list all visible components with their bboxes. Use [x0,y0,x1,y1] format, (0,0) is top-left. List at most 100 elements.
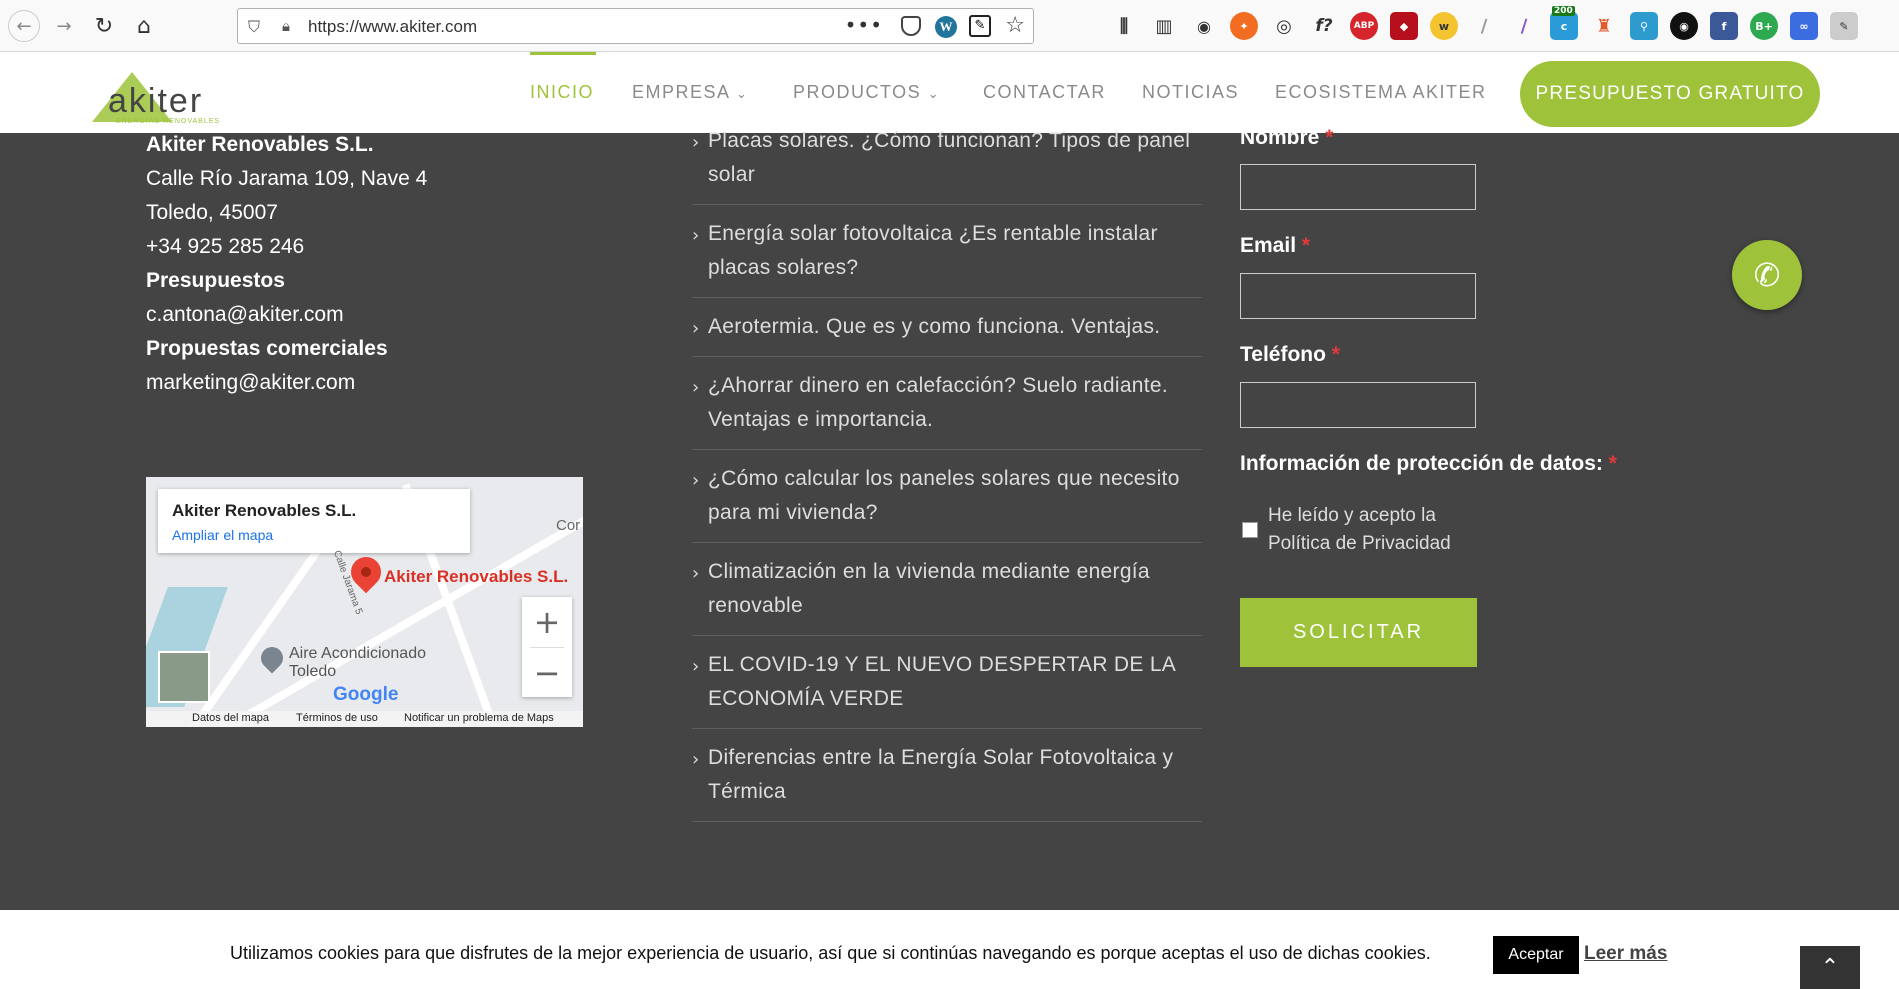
function-icon[interactable]: f? [1310,12,1338,40]
email-label-text: Email [1240,234,1297,257]
fire-icon[interactable]: ✦ [1230,12,1258,40]
site-logo[interactable]: akiter ENERGÍAS RENOVABLES [92,68,232,128]
address-line2: Toledo, 45007 [146,201,278,224]
home-icon[interactable]: ⌂ [128,10,160,42]
url-bar[interactable]: ⛉ 🔒︎ https://www.akiter.com ••• W ✎ ☆ [237,8,1034,44]
lifesaver-icon[interactable]: ♜ [1590,12,1618,40]
chevron-down-icon: ⌄ [927,87,941,102]
quotes-label: Presupuestos [146,269,285,292]
post-link[interactable]: › Climatización en la vivienda mediante e… [692,551,1202,636]
post-link[interactable]: › Aerotermia. Que es y como funciona. Ven… [692,306,1202,357]
poi-pin-icon[interactable] [256,642,288,674]
bookmark-star-icon[interactable]: ☆ [1005,13,1025,38]
shield-ext-icon[interactable]: ◆ [1390,12,1418,40]
privacy-checkbox-label[interactable]: He leído y acepto la Política de Privaci… [1268,502,1451,558]
post-link[interactable]: › Diferencias entre la Energía Solar Foto… [692,737,1202,822]
counter-ext-icon[interactable]: 200 c [1550,6,1578,40]
phone-field[interactable] [1240,382,1476,428]
post-title: ¿Cómo calcular los paneles solares que n… [708,467,1180,524]
scroll-to-top-button[interactable]: ⌃ [1800,946,1860,989]
submit-button[interactable]: SOLICITAR [1240,598,1477,667]
chevron-right-icon: › [692,470,700,491]
phone-call-button[interactable]: ✆ [1732,240,1802,310]
map-card-title: Akiter Renovables S.L. [172,501,357,520]
recent-posts: › Placas solares. ¿Cómo funcionan? Tipos … [692,120,1202,822]
forward-icon[interactable]: → [48,10,80,42]
poi-line1: Aire Acondicionado [289,645,426,662]
phone-icon: ✆ [1753,256,1781,294]
library-icon[interactable]: ⫼ [1110,12,1138,40]
bplus-ext-icon[interactable]: B+ [1750,12,1778,40]
menu-empresa-label: EMPRESA [632,82,730,102]
post-link[interactable]: › EL COVID-19 Y EL NUEVO DESPERTAR DE LA … [692,644,1202,729]
lock-icon[interactable]: 🔒︎ [282,17,290,35]
post-link[interactable]: › Energía solar fotovoltaica ¿Es rentable… [692,213,1202,298]
adblock-icon[interactable]: ABP [1350,12,1378,40]
map-poi-label[interactable]: Aire Acondicionado Toledo [289,645,426,681]
glasses-icon[interactable]: ◉ [1190,12,1218,40]
free-quote-button[interactable]: PRESUPUESTO GRATUITO [1520,61,1820,127]
commercial-email[interactable]: marketing@akiter.com [146,366,546,400]
phone-number[interactable]: +34 925 285 246 [146,230,546,264]
feather-icon[interactable]: ∕ [1510,12,1538,40]
pen-icon[interactable]: ∕ [1470,12,1498,40]
chevron-right-icon: › [692,749,700,770]
map-attribution: Datos del mapa Términos de uso Notificar… [146,711,583,727]
url-text[interactable]: https://www.akiter.com [308,17,477,37]
color-ext-icon[interactable]: ◉ [1670,12,1698,40]
chevron-up-icon: ⌃ [1820,955,1840,980]
post-link[interactable]: › ¿Cómo calcular los paneles solares que … [692,458,1202,543]
required-mark: * [1331,343,1340,366]
menu-noticias[interactable]: NOTICIAS [1142,82,1239,103]
post-link[interactable]: › ¿Ahorrar dinero en calefacción? Suelo r… [692,365,1202,450]
reload-icon[interactable]: ↻ [88,10,120,42]
account-icon[interactable]: ◎ [1270,12,1298,40]
required-mark: * [1301,234,1311,257]
facebook-ext-icon[interactable]: f [1710,12,1738,40]
map-pin-label[interactable]: Akiter Renovables S.L. [384,567,568,587]
privacy-policy-link[interactable]: Política de Privacidad [1268,530,1451,558]
chat-ext-icon[interactable]: ∞ [1790,12,1818,40]
menu-productos[interactable]: PRODUCTOS ⌄ [793,82,940,103]
cookie-message: Utilizamos cookies para que disfrutes de… [230,943,1431,963]
sidebar-icon[interactable]: ▥ [1150,12,1178,40]
contact-info: Akiter Renovables S.L. Calle Río Jarama … [146,128,546,400]
chevron-right-icon: › [692,132,700,153]
zoom-out-button[interactable]: − [522,648,572,698]
map-data-link[interactable]: Datos del mapa [192,712,269,724]
phone-label: Teléfono * [1240,343,1340,367]
map-enlarge-link[interactable]: Ampliar el mapa [172,527,273,543]
map-terms-link[interactable]: Términos de uso [296,712,378,724]
post-title: Aerotermia. Que es y como funciona. Vent… [708,315,1161,338]
menu-empresa[interactable]: EMPRESA ⌄ [632,82,748,103]
map-report-link[interactable]: Notificar un problema de Maps [404,712,554,724]
page-actions-icon[interactable]: ••• [845,13,883,37]
logo-text: akiter [108,82,204,120]
menu-contactar[interactable]: CONTACTAR [983,82,1106,103]
active-menu-indicator [530,52,596,55]
quotes-email[interactable]: c.antona@akiter.com [146,298,546,332]
edit-ext-icon[interactable]: ✎ [1830,12,1858,40]
shield-icon[interactable]: ⛉ [248,17,260,37]
zoom-in-button[interactable]: + [522,597,572,647]
search-ext-icon[interactable]: ⚲ [1630,12,1658,40]
post-link[interactable]: › Placas solares. ¿Cómo funcionan? Tipos … [692,120,1202,205]
cookie-accept-button[interactable]: Aceptar [1493,936,1579,974]
back-icon[interactable]: ← [8,10,40,42]
map-info-card: Akiter Renovables S.L. Ampliar el mapa [158,489,470,553]
commercial-label: Propuestas comerciales [146,337,388,360]
satellite-toggle[interactable] [158,651,210,703]
menu-inicio[interactable]: INICIO [530,82,594,103]
pocket-icon[interactable] [901,16,921,36]
menu-ecosistema[interactable]: ECOSISTEMA AKITER [1275,82,1487,103]
cookie-read-more-link[interactable]: Leer más [1584,943,1667,965]
wordpress-icon[interactable]: W [935,16,957,38]
w-ext-icon[interactable]: w [1430,12,1458,40]
name-field[interactable] [1240,164,1476,210]
email-field[interactable] [1240,273,1476,319]
extension-icon[interactable]: ✎ [969,15,991,37]
phone-label-text: Teléfono [1240,343,1326,366]
privacy-checkbox[interactable] [1242,522,1258,538]
post-title: Energía solar fotovoltaica ¿Es rentable … [708,222,1158,279]
google-map[interactable]: Cor Akiter Renovables S.L. Ampliar el ma… [146,477,583,727]
